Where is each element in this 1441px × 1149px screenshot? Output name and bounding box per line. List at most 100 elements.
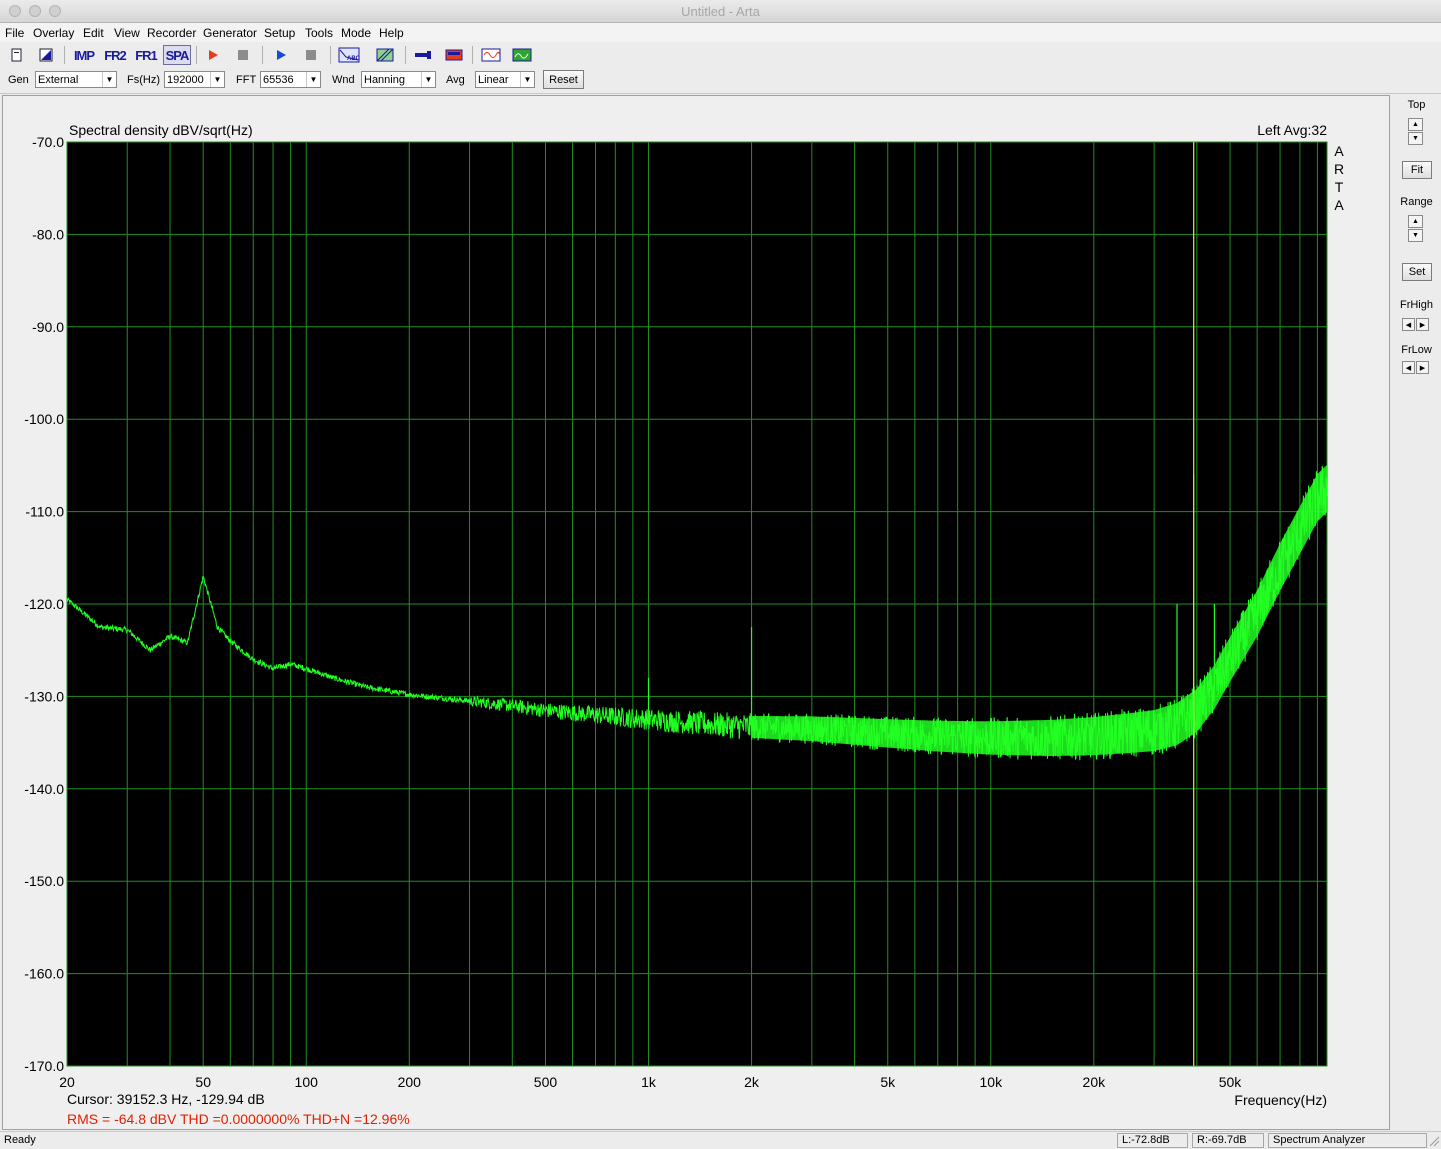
generator-stop-button[interactable] bbox=[300, 45, 322, 65]
oscilloscope-button[interactable] bbox=[510, 45, 534, 65]
menu-mode[interactable]: Mode bbox=[341, 26, 371, 40]
brand-letter: R bbox=[1334, 161, 1344, 177]
fft-size-select[interactable]: 65536 ▼ bbox=[260, 71, 321, 88]
wnd-label: Wnd bbox=[332, 74, 355, 86]
top-label: Top bbox=[1407, 99, 1426, 111]
open-file-icon bbox=[39, 48, 53, 62]
gen-label: Gen bbox=[8, 74, 29, 86]
menu-help[interactable]: Help bbox=[379, 26, 404, 40]
y-tick-label: -140.0 bbox=[24, 781, 64, 797]
frlow-right-button[interactable]: ▶ bbox=[1416, 361, 1429, 374]
reset-button[interactable]: Reset bbox=[543, 70, 584, 89]
svg-text:ABC: ABC bbox=[347, 56, 360, 62]
chevron-down-icon: ▼ bbox=[306, 72, 320, 87]
x-tick-label: 200 bbox=[398, 1074, 422, 1090]
mode-readout: Spectrum Analyzer bbox=[1268, 1133, 1427, 1148]
range-up-button[interactable]: ▲ bbox=[1408, 215, 1423, 228]
sample-rate-select[interactable]: 192000 ▼ bbox=[164, 71, 225, 88]
meter-button[interactable] bbox=[443, 45, 465, 65]
record-start-button[interactable] bbox=[202, 45, 224, 65]
y-tick-label: -100.0 bbox=[24, 411, 64, 427]
chevron-down-icon: ▼ bbox=[421, 72, 435, 87]
brand-letter: T bbox=[1335, 179, 1344, 195]
window-select-value: Hanning bbox=[364, 74, 405, 86]
left-level-readout: L:-72.8dB bbox=[1117, 1133, 1188, 1148]
frhigh-right-button[interactable]: ▶ bbox=[1416, 318, 1429, 331]
top-down-button[interactable]: ▼ bbox=[1408, 132, 1423, 145]
x-tick-label: 1k bbox=[641, 1074, 657, 1090]
x-tick-label: 500 bbox=[534, 1074, 558, 1090]
window-select[interactable]: Hanning ▼ bbox=[361, 71, 436, 88]
window-titlebar: Untitled - Arta bbox=[0, 0, 1441, 23]
stop-icon bbox=[238, 50, 248, 60]
signal-generator-button[interactable] bbox=[479, 45, 503, 65]
overlay-button[interactable] bbox=[374, 45, 396, 65]
generator-start-button[interactable] bbox=[270, 45, 292, 65]
fr1-mode-button[interactable]: FR1 bbox=[132, 45, 160, 65]
plot-panel: -70.0 -80.0 -90.0 -100.0 -110.0 -120.0 -130.0 -… bbox=[2, 95, 1390, 1130]
frhigh-label: FrHigh bbox=[1399, 299, 1433, 311]
resize-grip-icon[interactable] bbox=[1427, 1134, 1440, 1147]
chevron-down-icon: ▼ bbox=[102, 72, 116, 87]
y-tick-label: -80.0 bbox=[32, 226, 64, 242]
play-icon bbox=[209, 50, 218, 60]
status-bar: Ready L:-72.8dB R:-69.7dB Spectrum Analy… bbox=[0, 1131, 1441, 1149]
fft-label: FFT bbox=[236, 74, 257, 86]
imp-mode-button[interactable]: IMP bbox=[70, 45, 98, 65]
chart-legend: Left Avg:32 bbox=[1257, 122, 1327, 138]
menu-recorder[interactable]: Recorder bbox=[147, 26, 196, 40]
open-file-button[interactable] bbox=[35, 45, 57, 65]
x-tick-label: 20k bbox=[1083, 1074, 1107, 1090]
y-tick-label: -130.0 bbox=[24, 688, 64, 704]
frhigh-left-button[interactable]: ◀ bbox=[1402, 318, 1415, 331]
avg-label: Avg bbox=[446, 74, 465, 86]
record-stop-button[interactable] bbox=[232, 45, 254, 65]
menu-file[interactable]: File bbox=[5, 26, 24, 40]
menu-bar: File Overlay Edit View Recorder Generato… bbox=[0, 23, 1441, 42]
new-file-button[interactable] bbox=[6, 45, 28, 65]
frlow-label: FrLow bbox=[1401, 344, 1432, 356]
menu-edit[interactable]: Edit bbox=[83, 26, 104, 40]
x-tick-label: 100 bbox=[295, 1074, 319, 1090]
top-up-button[interactable]: ▲ bbox=[1408, 118, 1423, 131]
x-tick-label: 50k bbox=[1219, 1074, 1243, 1090]
control-bar: Gen External ▼ Fs(Hz) 192000 ▼ FFT 65536 ▼ … bbox=[0, 68, 1441, 94]
chart-title: Spectral density dBV/sqrt(Hz) bbox=[69, 122, 253, 138]
y-tick-label: -70.0 bbox=[32, 134, 64, 150]
probe-button[interactable] bbox=[412, 45, 434, 65]
menu-setup[interactable]: Setup bbox=[264, 26, 295, 40]
meter-icon bbox=[445, 49, 463, 61]
spectrum-chart[interactable]: -70.0 -80.0 -90.0 -100.0 -110.0 -120.0 -130.0 -… bbox=[3, 96, 1389, 1129]
brand-letter: A bbox=[1334, 143, 1344, 159]
fr2-mode-button[interactable]: FR2 bbox=[101, 45, 129, 65]
menu-overlay[interactable]: Overlay bbox=[33, 26, 74, 40]
x-tick-label: 50 bbox=[195, 1074, 211, 1090]
range-down-button[interactable]: ▼ bbox=[1408, 229, 1423, 242]
oscilloscope-icon bbox=[512, 48, 532, 62]
x-axis: 20 50 100 200 500 1k 2k 5k 10k 20k 50k bbox=[59, 1074, 1242, 1090]
toolbar: IMP FR2 FR1 SPA ABC bbox=[0, 42, 1441, 69]
fr1-label: FR1 bbox=[135, 47, 158, 63]
imp-label: IMP bbox=[73, 47, 95, 63]
generator-select[interactable]: External ▼ bbox=[35, 71, 117, 88]
averaging-select[interactable]: Linear ▼ bbox=[475, 71, 535, 88]
arta-brand: ARTA bbox=[1334, 143, 1344, 213]
menu-generator[interactable]: Generator bbox=[203, 26, 257, 40]
fit-button[interactable]: Fit bbox=[1402, 161, 1432, 179]
hatch-overlay-icon bbox=[376, 48, 394, 62]
probe-icon bbox=[415, 51, 431, 59]
x-tick-label: 2k bbox=[744, 1074, 760, 1090]
x-tick-label: 20 bbox=[59, 1074, 75, 1090]
status-text: Ready bbox=[4, 1134, 36, 1146]
frlow-left-button[interactable]: ◀ bbox=[1402, 361, 1415, 374]
set-button[interactable]: Set bbox=[1402, 263, 1432, 281]
window-title: Untitled - Arta bbox=[681, 4, 760, 19]
menu-view[interactable]: View bbox=[114, 26, 140, 40]
menu-tools[interactable]: Tools bbox=[305, 26, 333, 40]
spa-mode-button[interactable]: SPA bbox=[163, 45, 191, 65]
y-tick-label: -150.0 bbox=[24, 873, 64, 889]
y-tick-label: -110.0 bbox=[25, 504, 64, 520]
scale-button[interactable]: ABC bbox=[337, 45, 361, 65]
abc-scale-icon: ABC bbox=[338, 47, 360, 63]
chevron-down-icon: ▼ bbox=[210, 72, 224, 87]
